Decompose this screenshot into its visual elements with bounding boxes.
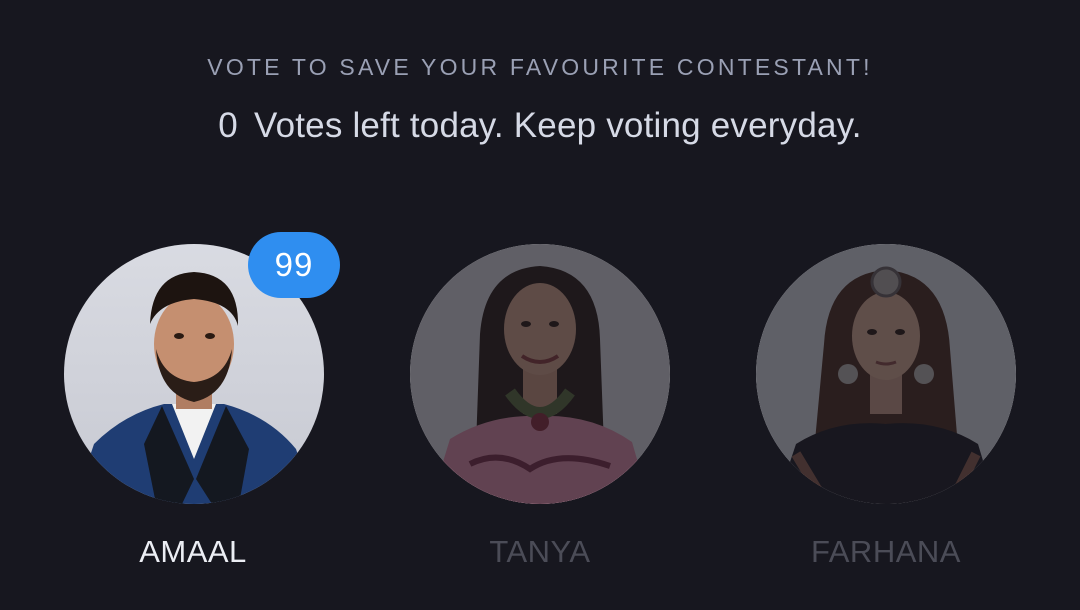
votes-left-message: Votes left today. Keep voting everyday. <box>253 106 862 145</box>
voting-screen: VOTE TO SAVE YOUR FAVOURITE CONTESTANT! … <box>0 0 1080 610</box>
contestant-photo-farhana[interactable] <box>756 244 1016 504</box>
contestant-card-amaal[interactable]: 99 AMAAL <box>63 232 340 574</box>
votes-left-count: 0 <box>218 106 238 145</box>
contestant-name-farhana[interactable]: FARHANA <box>756 534 1016 570</box>
farhana-portrait-image <box>756 244 1016 504</box>
contestant-card-farhana[interactable]: FARHANA <box>756 244 1016 574</box>
contestant-name-amaal[interactable]: AMAAL <box>63 534 323 570</box>
vote-count-badge: 99 <box>248 232 340 298</box>
contestant-card-tanya[interactable]: TANYA <box>410 244 670 574</box>
votes-left-line: 0 Votes left today. Keep voting everyday. <box>0 106 1080 146</box>
tanya-portrait-image <box>410 244 670 504</box>
contestant-name-tanya[interactable]: TANYA <box>410 534 670 570</box>
page-heading: VOTE TO SAVE YOUR FAVOURITE CONTESTANT! <box>207 54 873 80</box>
contestant-photo-tanya[interactable] <box>410 244 670 504</box>
